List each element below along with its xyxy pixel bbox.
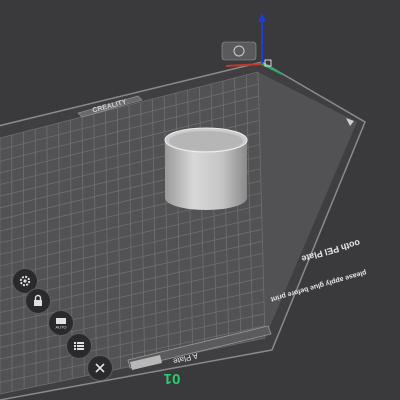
close-icon [95, 363, 105, 373]
gear-icon [19, 275, 31, 287]
svg-text:AUTO: AUTO [55, 325, 66, 330]
lock-icon [34, 294, 42, 306]
plate-number: 01 [164, 370, 181, 387]
auto-arrange-button[interactable]: AUTO [48, 310, 74, 336]
object-list-button[interactable] [66, 333, 92, 359]
list-icon [74, 342, 84, 350]
printer-logo-badge [221, 41, 257, 61]
auto-icon: AUTO [55, 318, 67, 330]
close-plate-button[interactable] [87, 355, 113, 381]
lock-button[interactable] [25, 288, 51, 314]
3d-viewport[interactable]: CREALITY ooth PEI Plate please apply glu… [0, 0, 400, 400]
model-cylinder[interactable] [164, 127, 248, 210]
